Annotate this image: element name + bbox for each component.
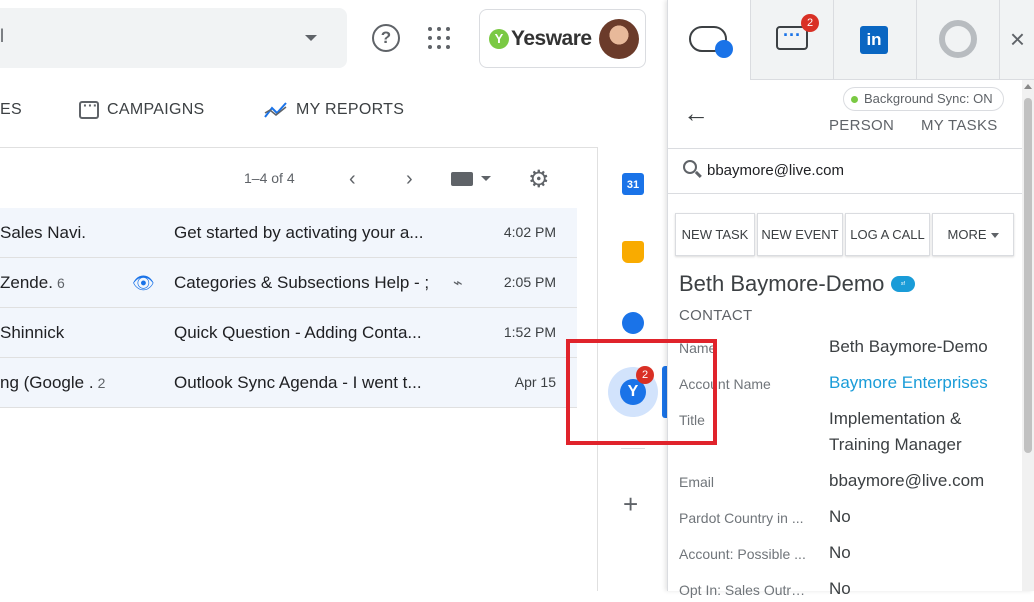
opened-eye-icon: 👁 bbox=[132, 273, 155, 293]
email-sender: Zende. 6 bbox=[0, 273, 65, 292]
next-page-chevron-icon[interactable]: › bbox=[406, 168, 413, 191]
email-sender: ng (Google .2 bbox=[0, 373, 106, 392]
google-tasks-icon[interactable] bbox=[622, 312, 644, 334]
log-a-call-button[interactable]: LOG A CALL bbox=[845, 213, 930, 256]
field-label: Opt In: Sales Outre... bbox=[679, 582, 809, 598]
email-subject: Outlook Sync Agenda - I went t... bbox=[174, 373, 422, 392]
close-icon[interactable]: × bbox=[1000, 0, 1034, 80]
email-row[interactable]: Zende. 6 👁 Categories & Subsections Help … bbox=[0, 258, 577, 308]
tab-linkedin[interactable]: in bbox=[834, 0, 917, 80]
chevron-down-icon bbox=[990, 233, 999, 239]
yesware-logo-text: Yesware bbox=[511, 27, 592, 50]
scrollbar-thumb[interactable] bbox=[1024, 98, 1032, 453]
prev-page-chevron-icon[interactable]: ‹ bbox=[349, 168, 356, 191]
account-name-link[interactable]: Baymore Enterprises bbox=[829, 370, 988, 396]
google-apps-grid-icon[interactable] bbox=[428, 27, 450, 49]
panel-scrollbar[interactable] bbox=[1022, 80, 1034, 591]
back-arrow-icon[interactable]: ← bbox=[683, 98, 709, 129]
field-value: bbaymore@live.com bbox=[829, 471, 985, 490]
email-time: 1:52 PM bbox=[503, 324, 556, 340]
linkedin-icon: in bbox=[860, 26, 888, 54]
email-row[interactable]: Shinnick Quick Question - Adding Conta..… bbox=[0, 308, 577, 358]
tab-my-reports-label: MY REPORTS bbox=[296, 101, 405, 118]
user-avatar[interactable] bbox=[599, 19, 639, 59]
tab-ring[interactable] bbox=[917, 0, 1000, 80]
email-time: 4:02 PM bbox=[503, 224, 556, 240]
email-row[interactable]: ng (Google .2 Outlook Sync Agenda - I we… bbox=[0, 358, 577, 408]
tab-campaigns-label: CAMPAIGNS bbox=[107, 101, 205, 118]
attachment-paperclip-icon: ⌁ bbox=[453, 275, 463, 292]
salesforce-cloud-icon[interactable]: sf bbox=[891, 276, 915, 292]
person-link[interactable]: PERSON bbox=[829, 117, 894, 134]
keyboard-icon[interactable] bbox=[451, 172, 473, 186]
tab-yesware-sync[interactable] bbox=[668, 0, 751, 80]
email-sender: Shinnick bbox=[0, 323, 65, 342]
thread-count: 6 bbox=[56, 275, 65, 291]
yesware-account-badge[interactable]: Y Yesware bbox=[479, 9, 646, 68]
help-icon[interactable]: ? bbox=[372, 24, 400, 52]
panel-tabs: ··· 2 in × bbox=[668, 0, 1034, 80]
new-event-button[interactable]: NEW EVENT bbox=[757, 213, 843, 256]
field-value: No bbox=[829, 543, 851, 562]
search-options-chevron-down-icon[interactable] bbox=[305, 35, 317, 41]
tab-messages[interactable]: ··· 2 bbox=[751, 0, 834, 80]
my-tasks-link[interactable]: MY TASKS bbox=[921, 117, 998, 134]
panel-divider bbox=[668, 193, 1022, 194]
input-tools-chevron-down-icon[interactable] bbox=[481, 176, 491, 181]
messages-badge: 2 bbox=[801, 14, 819, 32]
campaigns-chat-icon bbox=[79, 97, 99, 119]
highlight-box bbox=[566, 339, 717, 445]
gmail-search-bar[interactable]: l bbox=[0, 8, 347, 68]
google-keep-icon[interactable] bbox=[622, 241, 644, 263]
email-sender: Sales Navi. bbox=[0, 223, 86, 242]
yesware-cloud-icon bbox=[689, 26, 733, 58]
contact-type: CONTACT bbox=[679, 307, 753, 324]
field-label: Pardot Country in ... bbox=[679, 510, 804, 526]
field-label: Account: Possible ... bbox=[679, 546, 806, 562]
field-value: Implementation & Training Manager bbox=[829, 409, 962, 454]
tabs-divider bbox=[0, 147, 597, 148]
reports-trend-icon bbox=[264, 102, 287, 118]
email-subject: Categories & Subsections Help - ; bbox=[174, 273, 430, 292]
background-sync-status[interactable]: Background Sync: ON bbox=[843, 87, 1004, 111]
scroll-up-arrow-icon[interactable] bbox=[1024, 84, 1032, 89]
email-time: 2:05 PM bbox=[503, 274, 556, 290]
field-value: Beth Baymore-Demo bbox=[829, 337, 988, 356]
google-calendar-icon[interactable]: 31 bbox=[622, 173, 644, 195]
email-subject: Get started by activating your a... bbox=[174, 223, 424, 242]
panel-divider bbox=[668, 148, 1022, 149]
field-value: No bbox=[829, 579, 851, 598]
email-subject: Quick Question - Adding Conta... bbox=[174, 323, 422, 342]
yesware-logo-icon: Y bbox=[489, 29, 509, 49]
email-time: Apr 15 bbox=[514, 374, 556, 390]
get-addons-plus-icon[interactable]: + bbox=[623, 489, 638, 520]
tab-templates-label: ES bbox=[0, 101, 22, 118]
tab-campaigns[interactable]: CAMPAIGNS bbox=[79, 97, 205, 122]
tab-templates[interactable]: ES bbox=[0, 98, 22, 122]
field-label: Email bbox=[679, 474, 715, 490]
settings-gear-icon[interactable]: ⚙ bbox=[528, 165, 550, 194]
more-button-label: MORE bbox=[947, 227, 987, 242]
thread-count: 2 bbox=[97, 375, 106, 391]
rail-separator bbox=[621, 448, 645, 449]
email-row[interactable]: Sales Navi. Get started by activating yo… bbox=[0, 208, 577, 258]
pagination-text: 1–4 of 4 bbox=[244, 170, 295, 186]
search-icon bbox=[683, 160, 697, 174]
new-task-button[interactable]: NEW TASK bbox=[675, 213, 755, 256]
contact-name: Beth Baymore-Demo bbox=[679, 271, 885, 296]
contact-search-input[interactable]: bbaymore@live.com bbox=[707, 162, 844, 179]
ring-loader-icon bbox=[939, 20, 977, 58]
tab-my-reports[interactable]: MY REPORTS bbox=[264, 98, 404, 122]
search-query-text: l bbox=[0, 26, 4, 46]
field-value: No bbox=[829, 507, 851, 526]
more-button[interactable]: MORE bbox=[932, 213, 1014, 256]
